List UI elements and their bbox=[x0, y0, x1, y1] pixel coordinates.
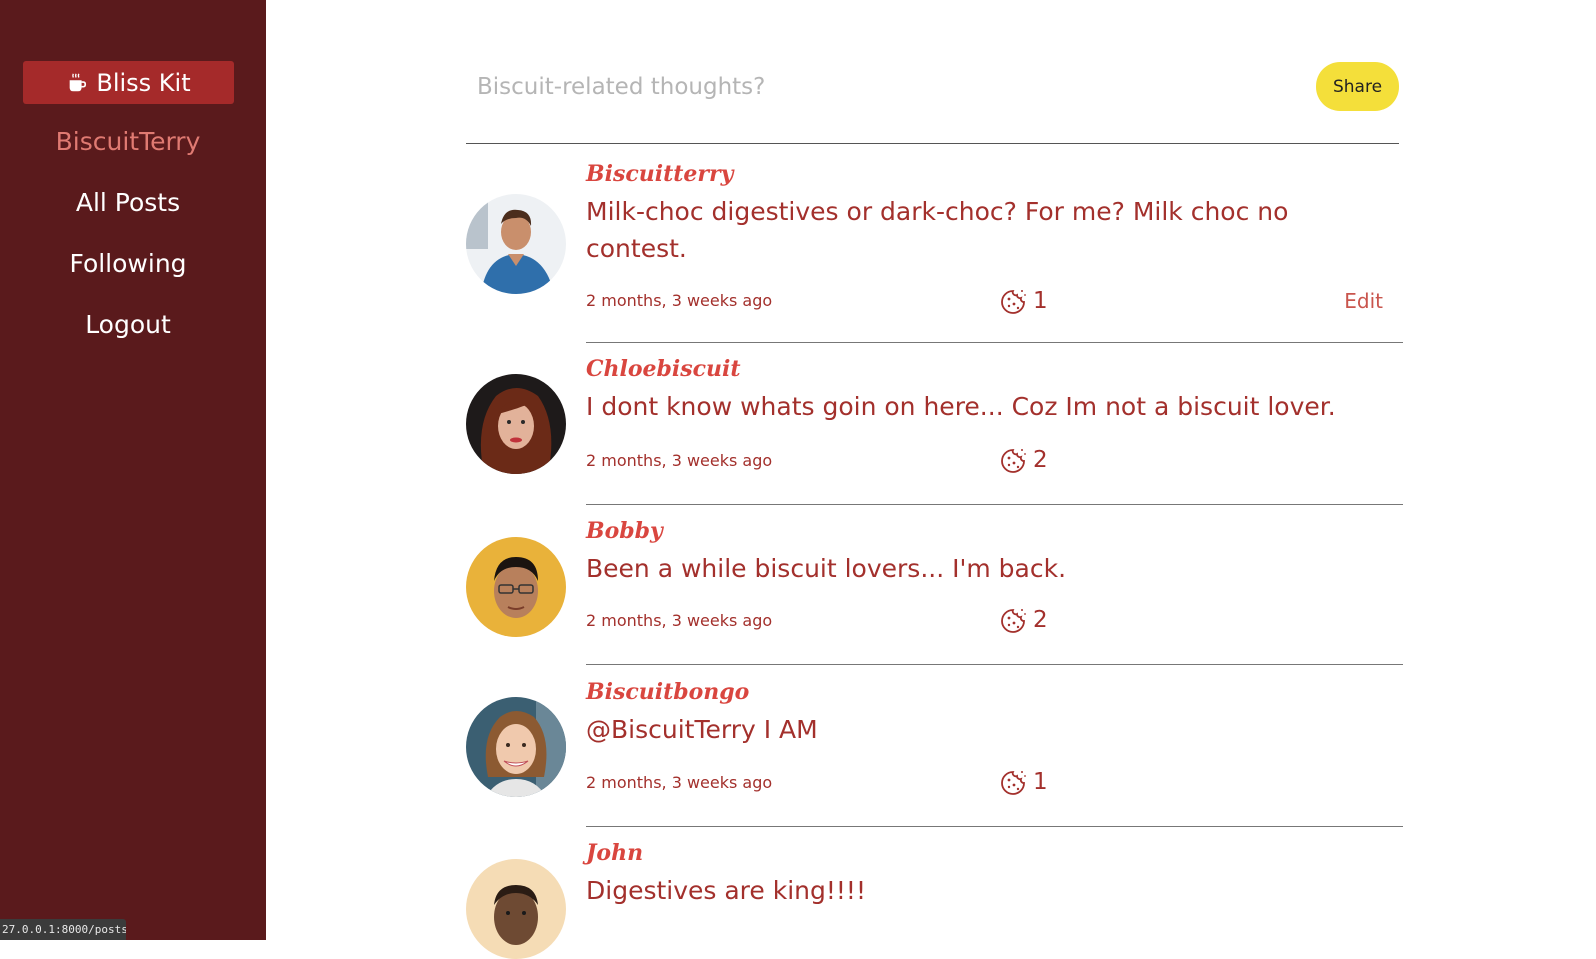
avatar[interactable] bbox=[466, 374, 566, 474]
cookie-icon bbox=[1001, 609, 1026, 633]
post-timestamp: 2 months, 3 weeks ago bbox=[586, 291, 773, 310]
like-count: 2 bbox=[1033, 607, 1048, 633]
edit-post-link[interactable]: Edit bbox=[1344, 289, 1383, 313]
post-composer: Share bbox=[466, 60, 1399, 144]
post-author-link[interactable]: John bbox=[586, 840, 643, 866]
cookie-icon bbox=[1001, 771, 1026, 795]
avatar-image bbox=[466, 697, 566, 797]
avatar-image bbox=[466, 537, 566, 637]
cookie-icon bbox=[1001, 449, 1026, 473]
brand-label: Bliss Kit bbox=[96, 68, 191, 97]
avatar[interactable] bbox=[466, 697, 566, 797]
like-button[interactable]: 2 bbox=[1000, 606, 1048, 634]
avatar-image bbox=[466, 194, 566, 294]
like-button[interactable]: 1 bbox=[1000, 287, 1048, 315]
post-timestamp: 2 months, 3 weeks ago bbox=[586, 611, 773, 630]
coffee-cup-icon bbox=[70, 73, 87, 91]
post-author-link[interactable]: Chloebiscuit bbox=[586, 356, 741, 382]
post-author-link[interactable]: Biscuitbongo bbox=[586, 679, 749, 705]
post-divider bbox=[586, 826, 1403, 827]
nav-all-posts-link[interactable]: All Posts bbox=[0, 188, 256, 217]
post-body: Milk-choc digestives or dark-choc? For m… bbox=[586, 197, 1289, 263]
post-body: Been a while biscuit lovers... I'm back. bbox=[586, 554, 1067, 583]
nav-logout-link[interactable]: Logout bbox=[0, 310, 256, 339]
sidebar: Bliss Kit BiscuitTerry All Posts Followi… bbox=[0, 0, 266, 940]
post-timestamp: 2 months, 3 weeks ago bbox=[586, 451, 773, 470]
share-button[interactable]: Share bbox=[1316, 62, 1399, 111]
like-count: 1 bbox=[1033, 769, 1048, 795]
avatar-image bbox=[466, 859, 566, 959]
status-bar-url: 27.0.0.1:8000/posts/ bbox=[0, 919, 126, 940]
like-count: 1 bbox=[1033, 288, 1048, 314]
like-count: 2 bbox=[1033, 447, 1048, 473]
nav-following-link[interactable]: Following bbox=[0, 249, 256, 278]
post-divider bbox=[586, 664, 1403, 665]
post-body: I dont know whats goin on here... Coz Im… bbox=[586, 392, 1336, 421]
post-author-link[interactable]: Biscuitterry bbox=[586, 161, 733, 187]
avatar[interactable] bbox=[466, 194, 566, 294]
post-body: Digestives are king!!!! bbox=[586, 876, 866, 905]
post-body: @BiscuitTerry I AM bbox=[586, 715, 818, 744]
avatar-image bbox=[466, 374, 566, 474]
like-button[interactable]: 2 bbox=[1000, 446, 1048, 474]
nav-username-link[interactable]: BiscuitTerry bbox=[0, 127, 256, 156]
cookie-icon bbox=[1001, 290, 1026, 314]
post-author-link[interactable]: Bobby bbox=[586, 518, 663, 544]
post-divider bbox=[586, 504, 1403, 505]
like-button[interactable]: 1 bbox=[1000, 768, 1048, 796]
avatar[interactable] bbox=[466, 859, 566, 959]
brand-link[interactable]: Bliss Kit bbox=[23, 61, 234, 104]
post-timestamp: 2 months, 3 weeks ago bbox=[586, 773, 773, 792]
post-divider bbox=[586, 342, 1403, 343]
post-input[interactable] bbox=[466, 68, 1279, 106]
avatar[interactable] bbox=[466, 537, 566, 637]
